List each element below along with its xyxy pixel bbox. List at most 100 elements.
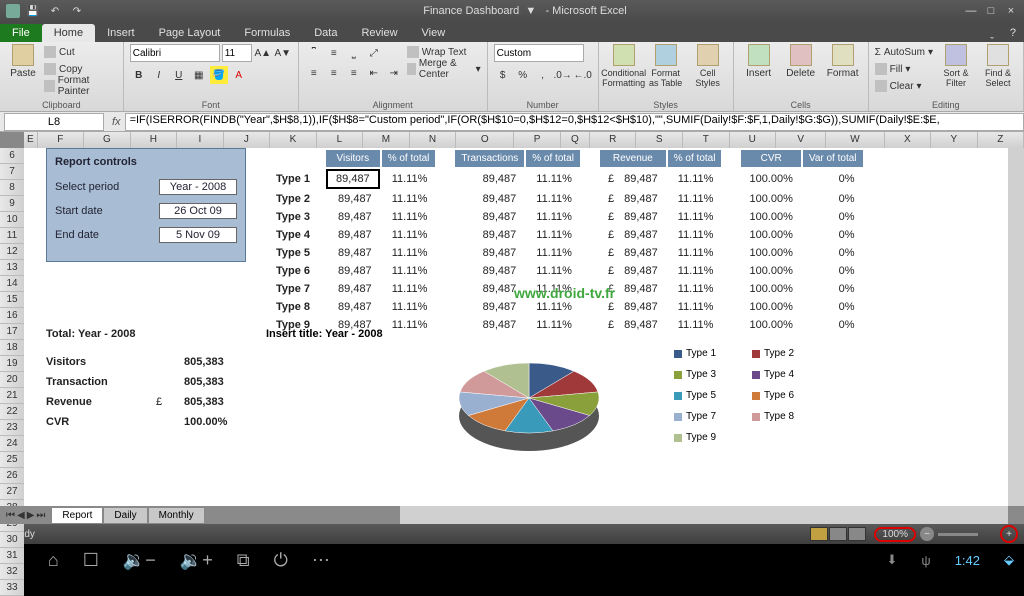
format-as-table-button[interactable]: Format as Table — [647, 44, 685, 88]
cell-styles-button[interactable]: Cell Styles — [689, 44, 727, 88]
undo-icon[interactable]: ↶ — [46, 2, 64, 20]
recent-icon[interactable]: ☐ — [83, 550, 99, 571]
zoom-slider[interactable] — [938, 533, 978, 536]
name-box[interactable]: L8 — [4, 113, 104, 131]
pie-chart[interactable] — [444, 353, 614, 463]
fx-icon[interactable]: fx — [108, 116, 125, 128]
merge-center-button[interactable]: Merge & Center ▾ — [407, 61, 481, 77]
tab-insert[interactable]: Insert — [95, 24, 147, 42]
page-break-view-icon[interactable] — [848, 527, 866, 541]
orientation-icon[interactable]: ⤢ — [365, 44, 383, 62]
maximize-button[interactable]: □ — [984, 5, 998, 17]
align-right-icon[interactable]: ≡ — [345, 64, 363, 82]
volume-up-icon[interactable]: 🔉+ — [180, 550, 213, 571]
vertical-scrollbar[interactable] — [1008, 148, 1024, 506]
increase-indent-icon[interactable]: ⇥ — [385, 64, 403, 82]
close-button[interactable]: × — [1004, 5, 1018, 17]
tab-page-layout[interactable]: Page Layout — [147, 24, 233, 42]
legend-item: Type 6 — [752, 390, 812, 401]
zoom-out-button[interactable]: − — [920, 527, 934, 541]
sheet-nav-first-icon[interactable]: ⏮ — [6, 510, 15, 521]
align-bottom-icon[interactable]: ⎵ — [345, 44, 363, 62]
tab-file[interactable]: File — [0, 24, 42, 42]
home-icon[interactable]: ⌂ — [48, 550, 59, 571]
ribbon-minimize-icon[interactable]: ˬ — [982, 24, 1002, 42]
column-headers[interactable]: EFGHIJKLMNOPQRSTUVWXYZ — [24, 132, 1024, 148]
format-cells-button[interactable]: Format — [824, 44, 862, 79]
cut-button[interactable]: Cut — [44, 44, 117, 60]
sheet-canvas[interactable]: Report controls Select period Year - 200… — [24, 148, 1008, 524]
tab-review[interactable]: Review — [349, 24, 409, 42]
end-date-input[interactable]: 5 Nov 09 — [159, 227, 237, 243]
format-painter-button[interactable]: Format Painter — [44, 78, 117, 94]
currency-icon[interactable]: $ — [494, 66, 512, 84]
minimize-button[interactable]: — — [964, 5, 978, 17]
font-name-input[interactable] — [130, 44, 220, 62]
decrease-font-icon[interactable]: A▼ — [274, 44, 292, 62]
page-layout-view-icon[interactable] — [829, 527, 847, 541]
volume-down-icon[interactable]: 🔉− — [123, 550, 156, 571]
border-button[interactable]: ▦ — [190, 66, 208, 84]
zoom-percent[interactable]: 100% — [874, 527, 916, 542]
clear-button[interactable]: Clear ▾ — [875, 78, 933, 94]
increase-font-icon[interactable]: A▲ — [254, 44, 272, 62]
tab-view[interactable]: View — [410, 24, 458, 42]
align-left-icon[interactable]: ≡ — [305, 64, 323, 82]
table-row[interactable]: Type 689,48711.11%89,48711.11%£89,48711.… — [268, 263, 863, 279]
formula-input[interactable]: =IF(ISERROR(FINDB("Year",$H$8,1)),IF($H$… — [125, 113, 1024, 131]
tab-home[interactable]: Home — [42, 24, 95, 42]
spreadsheet-grid[interactable]: EFGHIJKLMNOPQRSTUVWXYZ 67891011121314151… — [0, 132, 1024, 524]
screenshot-icon[interactable]: ⧉ — [237, 550, 250, 571]
font-color-button[interactable]: A — [230, 66, 248, 84]
table-row[interactable]: Type 489,48711.11%89,48711.11%£89,48711.… — [268, 227, 863, 243]
italic-button[interactable]: I — [150, 66, 168, 84]
delete-cells-button[interactable]: Delete — [782, 44, 820, 79]
insert-cells-button[interactable]: Insert — [740, 44, 778, 79]
table-row[interactable]: Type 389,48711.11%89,48711.11%£89,48711.… — [268, 209, 863, 225]
font-size-input[interactable] — [222, 44, 252, 62]
power-icon[interactable]: ⏻ — [274, 550, 288, 571]
fill-button[interactable]: Fill ▾ — [875, 61, 933, 77]
redo-icon[interactable]: ↷ — [68, 2, 86, 20]
download-icon[interactable]: ⬇ — [887, 552, 898, 568]
save-icon[interactable]: 💾 — [24, 2, 42, 20]
sheet-tab-daily[interactable]: Daily — [103, 507, 147, 523]
horizontal-scrollbar[interactable] — [400, 506, 1008, 524]
percent-icon[interactable]: % — [514, 66, 532, 84]
paste-button[interactable]: Paste — [6, 44, 40, 79]
row-headers[interactable]: 6789101112131415161718192021222324252627… — [0, 148, 24, 596]
conditional-formatting-button[interactable]: Conditional Formatting — [605, 44, 643, 88]
fill-color-button[interactable]: 🪣 — [210, 66, 228, 84]
zoom-in-button[interactable]: + — [1000, 525, 1018, 543]
help-icon[interactable]: ? — [1002, 24, 1024, 42]
normal-view-icon[interactable] — [810, 527, 828, 541]
number-format-select[interactable] — [494, 44, 584, 62]
bold-button[interactable]: B — [130, 66, 148, 84]
table-row[interactable]: Type 589,48711.11%89,48711.11%£89,48711.… — [268, 245, 863, 261]
sheet-tab-monthly[interactable]: Monthly — [148, 507, 205, 523]
sheet-nav-last-icon[interactable]: ⏭ — [36, 510, 45, 521]
tab-data[interactable]: Data — [302, 24, 349, 42]
find-select-button[interactable]: Find & Select — [979, 44, 1017, 88]
autosum-button[interactable]: Σ AutoSum ▾ — [875, 44, 933, 60]
table-row[interactable]: Type 289,48711.11%89,48711.11%£89,48711.… — [268, 191, 863, 207]
align-center-icon[interactable]: ≡ — [325, 64, 343, 82]
table-row[interactable]: Type 189,48711.11%89,48711.11%£89,48711.… — [268, 169, 863, 189]
comma-icon[interactable]: , — [534, 66, 552, 84]
underline-button[interactable]: U — [170, 66, 188, 84]
menu-icon[interactable]: ⋯ — [312, 550, 330, 571]
increase-decimal-icon[interactable]: .0→ — [554, 66, 572, 84]
table-row[interactable]: Type 889,48711.11%89,48711.11%£89,48711.… — [268, 299, 863, 315]
decrease-indent-icon[interactable]: ⇤ — [365, 64, 383, 82]
tab-formulas[interactable]: Formulas — [232, 24, 302, 42]
sheet-nav-next-icon[interactable]: ▶ — [27, 510, 35, 521]
usb-icon[interactable]: ψ — [921, 553, 930, 568]
select-period-input[interactable]: Year - 2008 — [159, 179, 237, 195]
sheet-nav-prev-icon[interactable]: ◀ — [17, 510, 25, 521]
align-middle-icon[interactable]: ≡ — [325, 44, 343, 62]
sort-filter-button[interactable]: Sort & Filter — [937, 44, 975, 88]
sheet-tab-report[interactable]: Report — [51, 507, 103, 523]
align-top-icon[interactable]: ⎴ — [305, 44, 323, 62]
decrease-decimal-icon[interactable]: ←.0 — [574, 66, 592, 84]
start-date-input[interactable]: 26 Oct 09 — [159, 203, 237, 219]
